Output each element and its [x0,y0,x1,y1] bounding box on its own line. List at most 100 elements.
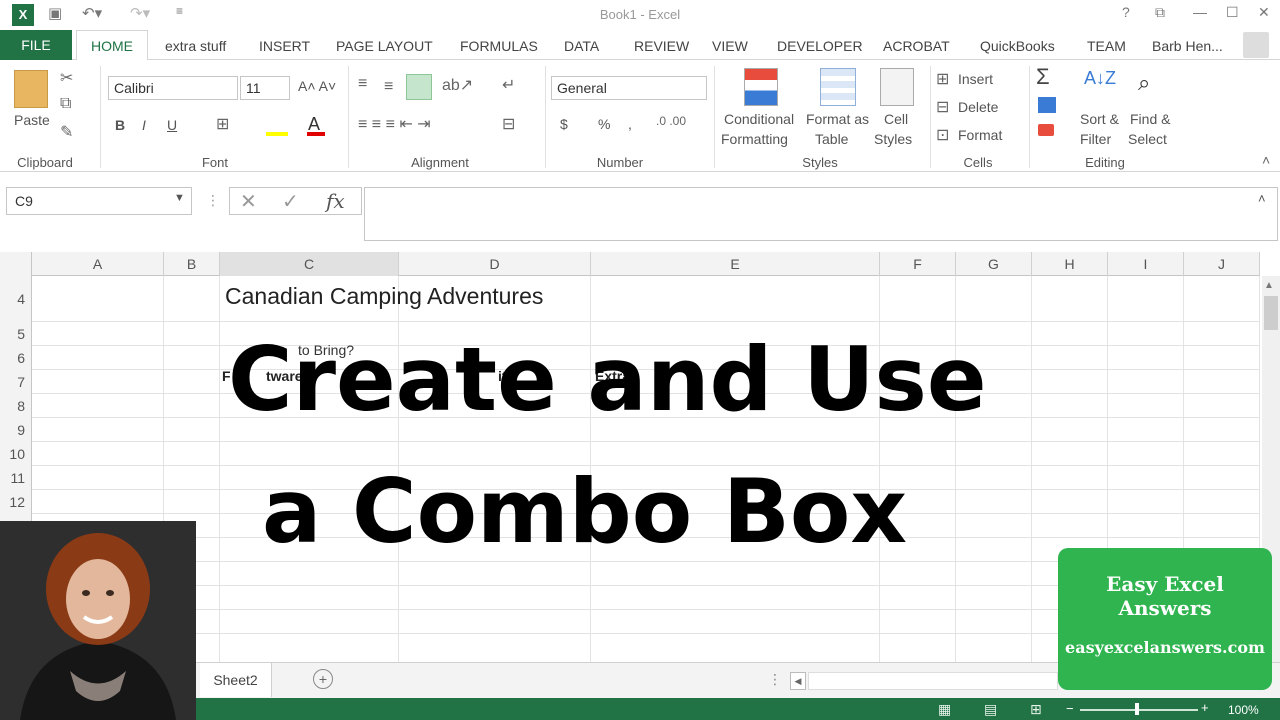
cell-c4-title[interactable]: Canadian Camping Adventures [225,283,543,310]
sort-label[interactable]: Sort & [1080,111,1119,127]
decimal-icon[interactable]: .0 .00 [656,114,686,128]
clear-icon[interactable] [1038,124,1054,136]
zoom-level[interactable]: 100% [1228,703,1259,717]
font-name-select[interactable]: Calibri [108,76,238,100]
find-label[interactable]: Find & [1130,111,1170,127]
underline-button[interactable]: U [167,117,177,133]
format-as-table-icon[interactable] [820,68,856,106]
enter-icon[interactable]: ✓ [282,189,299,214]
customize-qat-icon[interactable]: ≡ [176,4,183,18]
page-break-view-icon[interactable]: ⊞ [1030,701,1042,718]
scroll-up-icon[interactable]: ▲ [1264,280,1274,291]
tab-team[interactable]: TEAM [1087,38,1126,54]
tab-insert[interactable]: INSERT [259,38,310,54]
tab-extra-stuff[interactable]: extra stuff [165,38,226,54]
save-icon[interactable]: ▣ [48,4,62,22]
help-icon[interactable]: ? [1122,4,1130,20]
merge-center-icon[interactable]: ⊟ [502,114,515,134]
grow-font-icon[interactable]: A˄ A˅ [298,78,336,94]
orientation-icon[interactable]: ab↗ [442,75,473,95]
fill-color-icon[interactable] [266,132,288,136]
format-as-label[interactable]: Format as [806,111,869,127]
zoom-out-icon[interactable]: − [1066,701,1074,716]
select-label[interactable]: Select [1128,131,1167,147]
tab-home[interactable]: HOME [76,30,148,61]
zoom-slider-thumb[interactable] [1135,703,1139,715]
tab-file[interactable]: FILE [0,30,72,60]
number-format-select[interactable]: General [551,76,707,100]
delete-label[interactable]: Delete [958,99,998,115]
sheet-tab[interactable]: Sheet2 [200,663,272,697]
cancel-icon[interactable]: ✕ [240,189,257,214]
row-header-5[interactable]: 5 [0,322,32,346]
wrap-text-icon[interactable]: ↵ [502,75,515,95]
font-size-select[interactable]: 11 [240,76,290,100]
tab-developer[interactable]: DEVELOPER [777,38,863,54]
bold-button[interactable]: B [115,117,125,133]
tab-acrobat[interactable]: ACROBAT [883,38,950,54]
styles-label[interactable]: Styles [874,131,912,147]
zoom-slider[interactable] [1080,709,1198,711]
new-sheet-icon[interactable]: + [313,669,333,689]
zoom-in-icon[interactable]: + [1201,700,1209,715]
conditional-label[interactable]: Conditional [724,111,794,127]
row-header-12[interactable]: 12 [0,490,32,514]
currency-button[interactable]: $ [560,116,568,132]
minimize-icon[interactable]: — [1193,4,1207,20]
sort-filter-icon[interactable]: A↓Z [1084,68,1116,89]
column-header-c[interactable]: C [220,252,399,276]
format-cells-icon[interactable]: ⊡ [936,125,949,145]
tab-formulas[interactable]: FORMULAS [460,38,538,54]
scroll-left-icon[interactable]: ◀ [790,672,806,690]
row-header-8[interactable]: 8 [0,394,32,418]
paste-label[interactable]: Paste [14,112,50,128]
cell-styles-icon[interactable] [880,68,914,106]
column-header-a[interactable]: A [32,252,164,276]
filter-label[interactable]: Filter [1080,131,1111,147]
comma-button[interactable]: , [628,116,632,132]
row-header-7[interactable]: 7 [0,370,32,394]
table-label[interactable]: Table [815,131,848,147]
column-header-e[interactable]: E [591,252,880,276]
column-header-d[interactable]: D [399,252,591,276]
align-top-icon[interactable]: ≡ [358,75,367,93]
name-box-dropdown-icon[interactable]: ▼ [174,192,185,204]
close-icon[interactable]: ✕ [1258,4,1270,21]
formula-input[interactable] [364,187,1278,241]
page-layout-view-icon[interactable]: ▤ [984,701,997,718]
scroll-thumb[interactable] [1264,296,1278,330]
cut-icon[interactable]: ✂ [60,68,73,88]
cell-label[interactable]: Cell [884,111,908,127]
tab-page-layout[interactable]: PAGE LAYOUT [336,38,433,54]
column-header-g[interactable]: G [956,252,1032,276]
select-all-button[interactable] [0,252,32,276]
align-bottom-button[interactable] [406,74,432,100]
row-header-11[interactable]: 11 [0,466,32,490]
fill-icon[interactable] [1038,97,1056,113]
column-header-j[interactable]: J [1184,252,1260,276]
format-painter-icon[interactable]: ✎ [60,122,73,142]
column-header-i[interactable]: I [1108,252,1184,276]
collapse-ribbon-icon[interactable]: ˄ [1262,152,1270,168]
user-name[interactable]: Barb Hen... [1152,38,1223,54]
tab-view[interactable]: VIEW [712,38,748,54]
find-select-icon[interactable]: ⌕ [1138,70,1150,96]
format-label[interactable]: Format [958,127,1002,143]
tab-review[interactable]: REVIEW [634,38,689,54]
conditional-formatting-icon[interactable] [744,68,778,106]
redo-icon[interactable]: ↷▾ [130,4,150,22]
ribbon-display-icon[interactable]: ⧉ [1155,4,1165,21]
paste-icon[interactable] [14,70,48,108]
undo-icon[interactable]: ↶▾ [82,4,102,22]
expand-formula-icon[interactable]: ˄ [1258,191,1266,206]
name-box[interactable]: C9 [6,187,192,215]
borders-icon[interactable]: ⊞ [216,114,229,134]
align-middle-icon[interactable]: ≡ [384,78,393,96]
maximize-icon[interactable]: ☐ [1226,4,1239,21]
column-header-f[interactable]: F [880,252,956,276]
row-header-4[interactable]: 4 [0,276,32,322]
horizontal-scrollbar[interactable] [808,672,1058,690]
insert-function-icon[interactable]: fx [326,189,345,213]
align-left-icon[interactable]: ≡ ≡ ≡ ⇤ ⇥ [358,114,431,134]
delete-cells-icon[interactable]: ⊟ [936,97,949,117]
